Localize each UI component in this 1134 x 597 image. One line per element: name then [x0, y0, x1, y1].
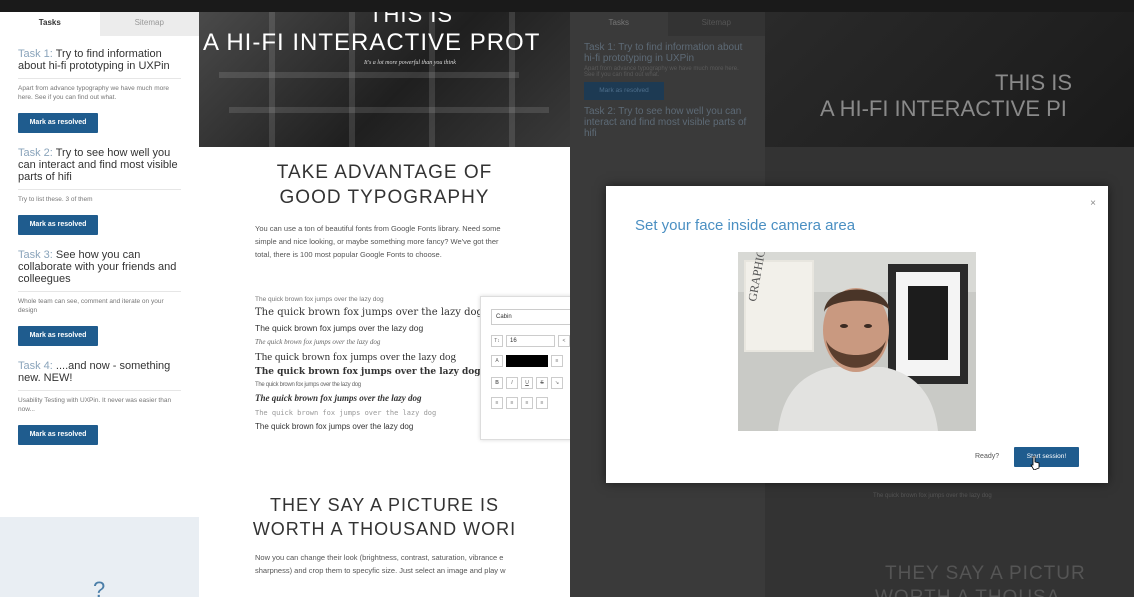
picture-heading-line: WORTH A THOUSA: [875, 587, 1060, 597]
specimen-line: The quick brown fox jumps over the lazy …: [255, 382, 361, 388]
typography-paragraph: You can use a ton of beautiful fonts fro…: [255, 222, 570, 261]
specimen-line: The quick brown fox jumps over the lazy …: [255, 422, 414, 431]
specimen-line: The quick brown fox jumps over the lazy …: [255, 393, 422, 403]
task-title: Task 2: Try to see how well you can inte…: [584, 106, 747, 139]
align-center-icon[interactable]: ≡: [506, 397, 518, 409]
task-description: Whole team can see, comment and iterate …: [18, 298, 164, 314]
settings-icon[interactable]: ≡: [551, 355, 563, 367]
task-item: Task 4: ....and now - something new. NEW…: [18, 360, 181, 453]
task-title: Task 2: Try to see how well you can inte…: [18, 147, 181, 183]
task-item: Task 2: Try to see how well you can inte…: [18, 147, 181, 243]
paragraph-line: sharpness) and crop them to specyfic siz…: [255, 566, 506, 575]
start-session-button[interactable]: Start session!: [1014, 447, 1079, 467]
task-description: Try to list these. 3 of them: [18, 196, 93, 203]
task-number: Task 3:: [18, 249, 53, 261]
hero-title-line2: A HI-FI INTERACTIVE PROT: [203, 29, 541, 56]
specimen-line: The quick brown fox jumps over the lazy …: [255, 296, 384, 303]
heading-line: TAKE ADVANTAGE OF: [276, 162, 493, 183]
webcam-preview: GRAPHIC: [738, 252, 976, 431]
align-left-icon[interactable]: ≡: [491, 397, 503, 409]
hero-banner: THIS IS A HI-FI INTERACTIVE PI: [765, 12, 1134, 147]
webcam-image: GRAPHIC: [738, 252, 976, 431]
divider: [18, 291, 181, 292]
picture-paragraph: Now you can change their look (brightnes…: [255, 551, 570, 577]
task-description: Apart from advance typography we have mu…: [584, 66, 739, 78]
task-number: Task 2:: [18, 147, 53, 159]
italic-icon[interactable]: I: [506, 377, 518, 389]
font-select[interactable]: Cabin: [491, 309, 570, 325]
heading-line: GOOD TYPOGRAPHY: [279, 187, 490, 208]
align-justify-icon[interactable]: ≡: [536, 397, 548, 409]
mark-resolved-button[interactable]: Mark as resolved: [18, 425, 98, 445]
color-swatch[interactable]: [506, 355, 548, 367]
divider: [18, 78, 181, 79]
sidebar-tabs: Tasks Sitemap: [570, 12, 765, 36]
typography-heading: TAKE ADVANTAGE OF GOOD TYPOGRAPHY: [199, 160, 570, 210]
specimen-line: The quick brown fox jumps over the lazy …: [255, 351, 457, 363]
hero-title-line2: A HI-FI INTERACTIVE PI: [820, 96, 1067, 121]
specimen-line: The quick brown fox jumps over the lazy …: [255, 307, 483, 318]
left-pane: Tasks Sitemap Task 1: Try to find inform…: [0, 12, 570, 597]
tab-tasks[interactable]: Tasks: [0, 12, 100, 36]
divider: [18, 189, 181, 190]
help-icon[interactable]: ?: [93, 577, 105, 597]
mark-resolved-button[interactable]: Mark as resolved: [18, 113, 98, 133]
paragraph-line: total, there is 100 most popular Google …: [255, 250, 442, 259]
specimen-line: The quick brown fox jumps over the lazy …: [873, 493, 992, 499]
tasks-sidebar: Tasks Sitemap Task 1: Try to find inform…: [0, 12, 199, 597]
hero-banner: THIS IS A HI-FI INTERACTIVE PROT It's a …: [199, 12, 570, 147]
hero-title-line1: THIS IS: [995, 70, 1073, 95]
task-item: Task 3: See how you can collaborate with…: [18, 249, 181, 354]
picture-heading-line: THEY SAY A PICTUR: [885, 563, 1086, 584]
line-height-icon[interactable]: T↕: [491, 335, 503, 347]
bold-icon[interactable]: B: [491, 377, 503, 389]
arrow-icon[interactable]: <: [558, 335, 570, 347]
link-icon[interactable]: ↘: [551, 377, 563, 389]
paragraph-line: simple and nice looking, or maybe someth…: [255, 237, 499, 246]
mark-resolved-button[interactable]: Mark as resolved: [18, 215, 98, 235]
specimen-line: The quick brown fox jumps over the lazy …: [255, 338, 381, 346]
font-specimens: The quick brown fox jumps over the lazy …: [255, 294, 485, 434]
tab-sitemap[interactable]: Sitemap: [99, 12, 199, 36]
underline-icon[interactable]: U: [521, 377, 533, 389]
hero-subtitle: It's a lot more powerful than you think: [364, 60, 456, 66]
task-title: Task 1: Try to find information about hi…: [584, 42, 743, 64]
close-icon[interactable]: ×: [1090, 198, 1096, 209]
hand-cursor-icon: [1030, 456, 1040, 470]
specimen-line: The quick brown fox jumps over the lazy …: [255, 323, 424, 333]
specimen-line: The quick brown fox jumps over the lazy …: [255, 409, 437, 417]
specimen-line: The quick brown fox jumps over the lazy …: [255, 367, 481, 377]
mark-resolved-button[interactable]: Mark as resolved: [18, 326, 98, 346]
camera-modal: × Set your face inside camera area GRAPH…: [606, 186, 1108, 483]
task-description: Usability Testing with UXPin. It never w…: [18, 397, 172, 413]
sidebar-tabs: Tasks Sitemap: [0, 12, 199, 36]
task-title: Task 3: See how you can collaborate with…: [18, 249, 181, 285]
align-right-icon[interactable]: ≡: [521, 397, 533, 409]
paragraph-line: Now you can change their look (brightnes…: [255, 553, 504, 562]
heading-line: WORTH A THOUSAND WORI: [252, 519, 517, 539]
task-description: Apart from advance typography we have mu…: [18, 85, 170, 101]
heading-line: THEY SAY A PICTURE IS: [269, 495, 500, 515]
modal-title: Set your face inside camera area: [635, 217, 856, 234]
picture-heading: THEY SAY A PICTURE IS WORTH A THOUSAND W…: [199, 493, 570, 541]
tab-sitemap[interactable]: Sitemap: [667, 12, 765, 36]
prototype-canvas: THIS IS A HI-FI INTERACTIVE PROT It's a …: [199, 12, 570, 597]
ready-label: Ready?: [975, 453, 1000, 460]
paragraph-line: You can use a ton of beautiful fonts fro…: [255, 224, 501, 233]
font-size-input[interactable]: 16: [506, 335, 555, 347]
task-number: Task 1:: [18, 48, 53, 60]
task-title: Task 1: Try to find information about hi…: [18, 48, 181, 72]
hero-title-line1: THIS IS: [369, 12, 454, 27]
task-title: Task 4: ....and now - something new. NEW…: [18, 360, 181, 384]
text-color-icon[interactable]: A: [491, 355, 503, 367]
task-number: Task 4:: [18, 360, 53, 372]
sidebar-footer: ?: [0, 517, 199, 597]
text-style-editor: Cabin T↕ 16 < A ≡ B I U S ↘ ≡ ≡ ≡ ≡: [480, 296, 570, 440]
strikethrough-icon[interactable]: S: [536, 377, 548, 389]
mark-resolved-button[interactable]: Mark as resolved: [584, 82, 664, 100]
divider: [18, 390, 181, 391]
task-item: Task 1: Try to find information about hi…: [18, 48, 181, 141]
tab-tasks[interactable]: Tasks: [570, 12, 668, 36]
